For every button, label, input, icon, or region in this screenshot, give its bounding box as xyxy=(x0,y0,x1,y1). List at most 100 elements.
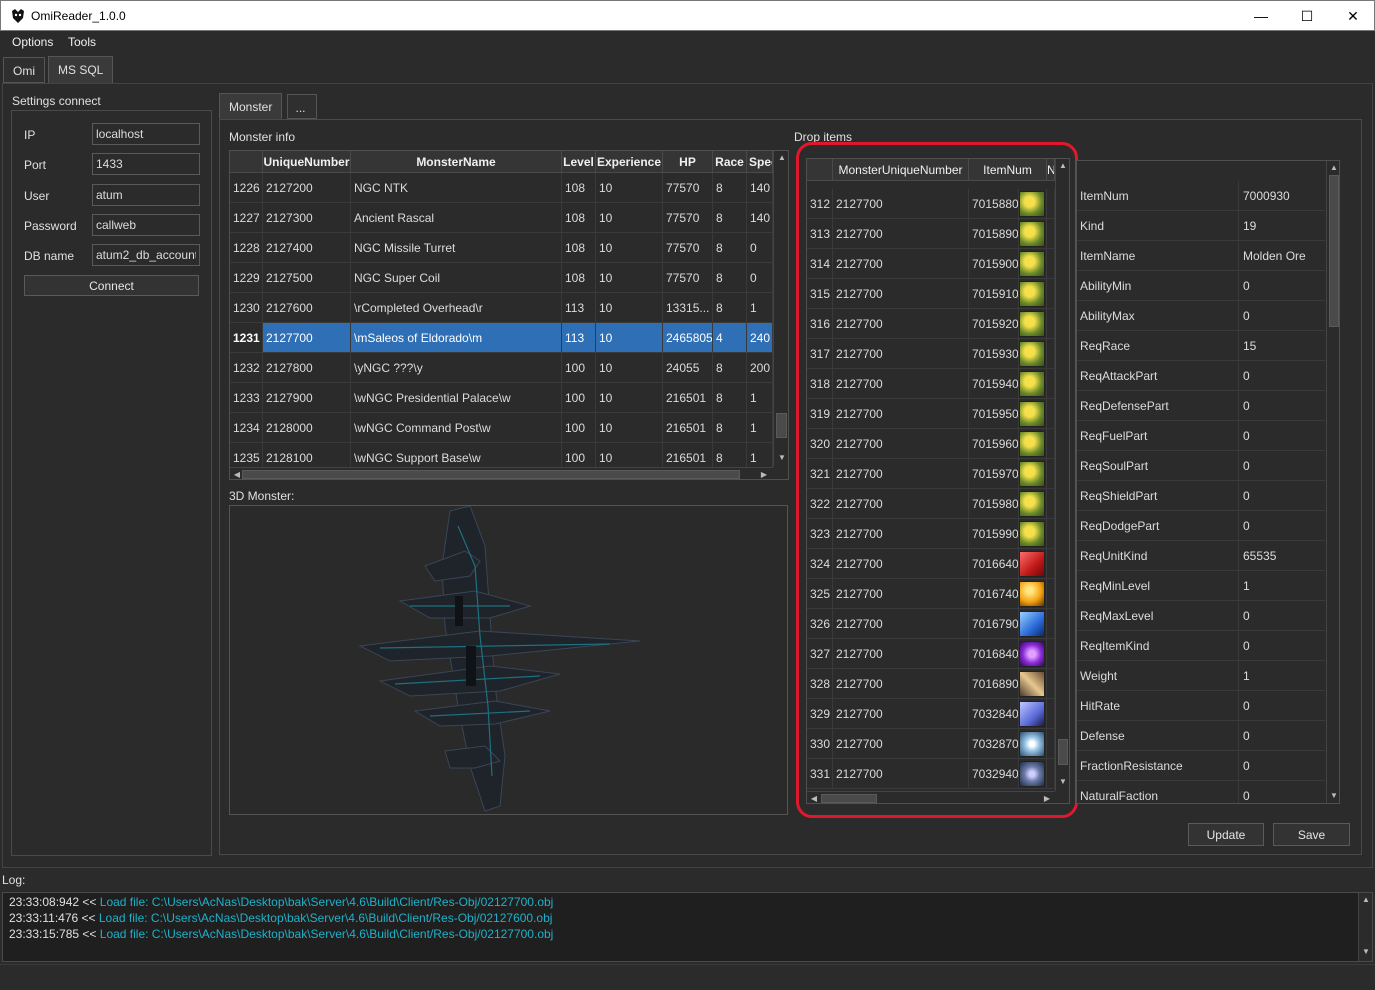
table-cell[interactable] xyxy=(1047,309,1055,339)
table-cell[interactable] xyxy=(1047,339,1055,369)
property-value[interactable]: 0 xyxy=(1239,691,1325,721)
col-item-num[interactable]: ItemNum xyxy=(969,159,1047,181)
table-row[interactable]: 1230 2127600 \rCompleted Overhead\r 113 10 13… xyxy=(230,293,773,323)
log-vscroll[interactable]: ▲ ▼ xyxy=(1358,893,1372,961)
password-input[interactable] xyxy=(92,214,200,236)
scroll-up-arrow-icon[interactable]: ▲ xyxy=(775,153,788,162)
table-cell[interactable]: 8 xyxy=(713,173,747,203)
table-cell[interactable] xyxy=(1047,429,1055,459)
table-cell[interactable]: 8 xyxy=(713,203,747,233)
property-row[interactable]: Defense 0 xyxy=(1077,721,1325,751)
monster-table-hscroll[interactable]: ◀ ▶ xyxy=(230,467,773,479)
table-cell[interactable]: 7016790 xyxy=(969,609,1019,639)
drop-scroll-down-arrow-icon[interactable]: ▼ xyxy=(1056,777,1069,786)
table-cell[interactable] xyxy=(1047,219,1055,249)
table-cell[interactable]: 10 xyxy=(596,413,663,443)
table-cell[interactable] xyxy=(1047,249,1055,279)
table-cell[interactable]: 8 xyxy=(713,383,747,413)
table-row[interactable]: 330 2127700 7032870 xyxy=(807,729,1055,759)
close-button[interactable]: ✕ xyxy=(1330,1,1375,31)
table-cell[interactable]: 7016890 xyxy=(969,669,1019,699)
row-number[interactable]: 317 xyxy=(807,339,833,369)
table-cell[interactable]: 2127900 xyxy=(263,383,351,413)
row-number[interactable]: 329 xyxy=(807,699,833,729)
minimize-button[interactable]: — xyxy=(1238,1,1284,31)
table-cell[interactable]: 2127700 xyxy=(833,429,969,459)
drop-scroll-left-arrow-icon[interactable]: ◀ xyxy=(807,794,821,803)
row-number[interactable]: 327 xyxy=(807,639,833,669)
menu-tools[interactable]: Tools xyxy=(68,35,96,49)
item-icon-cell[interactable] xyxy=(1019,309,1047,339)
user-input[interactable] xyxy=(92,184,200,206)
table-row[interactable]: 328 2127700 7016890 xyxy=(807,669,1055,699)
table-cell[interactable]: 2127700 xyxy=(833,549,969,579)
table-row[interactable]: 1228 2127400 NGC Missile Turret 108 10 77570 8… xyxy=(230,233,773,263)
table-cell[interactable]: \rCompleted Overhead\r xyxy=(351,293,562,323)
table-cell[interactable]: 2465805 xyxy=(663,323,713,353)
col-hp[interactable]: HP xyxy=(663,151,713,173)
table-cell[interactable]: 2127700 xyxy=(833,189,969,219)
table-cell[interactable]: 108 xyxy=(562,263,596,293)
row-number[interactable]: 328 xyxy=(807,669,833,699)
item-icon-cell[interactable] xyxy=(1019,669,1047,699)
property-row[interactable]: ReqFuelPart 0 xyxy=(1077,421,1325,451)
prop-scroll-down-arrow-icon[interactable]: ▼ xyxy=(1327,791,1339,800)
table-row[interactable]: 320 2127700 7015960 xyxy=(807,429,1055,459)
table-cell[interactable] xyxy=(1047,399,1055,429)
property-row[interactable]: HitRate 0 xyxy=(1077,691,1325,721)
tab-omi[interactable]: Omi xyxy=(3,57,45,83)
property-row[interactable]: FractionResistance 0 xyxy=(1077,751,1325,781)
row-number[interactable]: 314 xyxy=(807,249,833,279)
table-row[interactable]: 1231 2127700 \mSaleos of Eldorado\m 113 10 24… xyxy=(230,323,773,353)
save-button[interactable]: Save xyxy=(1273,823,1350,846)
table-cell[interactable]: 10 xyxy=(596,323,663,353)
drop-scroll-up-arrow-icon[interactable]: ▲ xyxy=(1056,161,1069,170)
table-cell[interactable]: 1 xyxy=(747,383,773,413)
table-row[interactable]: 1227 2127300 Ancient Rascal 108 10 77570 8 140 xyxy=(230,203,773,233)
row-number[interactable]: 321 xyxy=(807,459,833,489)
table-cell[interactable]: \mSaleos of Eldorado\m xyxy=(351,323,562,353)
table-cell[interactable]: 7015930 xyxy=(969,339,1019,369)
col-speed[interactable]: Spee xyxy=(747,151,773,173)
table-cell[interactable]: 77570 xyxy=(663,233,713,263)
table-cell[interactable]: 2127700 xyxy=(833,639,969,669)
table-row[interactable]: 319 2127700 7015950 xyxy=(807,399,1055,429)
table-cell[interactable]: 2127700 xyxy=(833,579,969,609)
table-cell[interactable]: 7032870 xyxy=(969,729,1019,759)
property-value[interactable]: 0 xyxy=(1239,391,1325,421)
table-cell[interactable]: 1 xyxy=(747,413,773,443)
table-cell[interactable]: \wNGC Command Post\w xyxy=(351,413,562,443)
table-cell[interactable]: 0 xyxy=(747,233,773,263)
row-number[interactable]: 316 xyxy=(807,309,833,339)
item-icon-cell[interactable] xyxy=(1019,579,1047,609)
property-value[interactable]: 1 xyxy=(1239,571,1325,601)
port-input[interactable] xyxy=(92,153,200,175)
table-cell[interactable]: 7032840 xyxy=(969,699,1019,729)
property-value[interactable]: 0 xyxy=(1239,301,1325,331)
table-cell[interactable]: 2127700 xyxy=(833,699,969,729)
row-number[interactable]: 318 xyxy=(807,369,833,399)
table-cell[interactable]: 2127600 xyxy=(263,293,351,323)
table-cell[interactable]: 2127700 xyxy=(833,609,969,639)
update-button[interactable]: Update xyxy=(1188,823,1264,846)
property-value[interactable]: 7000930 xyxy=(1239,181,1325,211)
table-cell[interactable]: 0 xyxy=(747,263,773,293)
ip-input[interactable] xyxy=(92,123,200,145)
table-row[interactable]: 323 2127700 7015990 xyxy=(807,519,1055,549)
drop-scroll-right-arrow-icon[interactable]: ▶ xyxy=(1040,794,1054,803)
item-icon-cell[interactable] xyxy=(1019,399,1047,429)
log-scroll-up-arrow-icon[interactable]: ▲ xyxy=(1359,895,1373,904)
table-row[interactable]: 325 2127700 7016740 xyxy=(807,579,1055,609)
table-row[interactable]: 1233 2127900 \wNGC Presidential Palace\w 10… xyxy=(230,383,773,413)
row-number[interactable]: 1234 xyxy=(230,413,263,443)
table-cell[interactable]: 10 xyxy=(596,173,663,203)
table-cell[interactable] xyxy=(1047,279,1055,309)
table-cell[interactable]: 100 xyxy=(562,383,596,413)
table-cell[interactable]: 216501 xyxy=(663,413,713,443)
table-cell[interactable]: 2127500 xyxy=(263,263,351,293)
row-number[interactable]: 1232 xyxy=(230,353,263,383)
table-cell[interactable]: 2127300 xyxy=(263,203,351,233)
property-value[interactable]: 0 xyxy=(1239,631,1325,661)
table-cell[interactable] xyxy=(1047,549,1055,579)
table-row[interactable]: 321 2127700 7015970 xyxy=(807,459,1055,489)
